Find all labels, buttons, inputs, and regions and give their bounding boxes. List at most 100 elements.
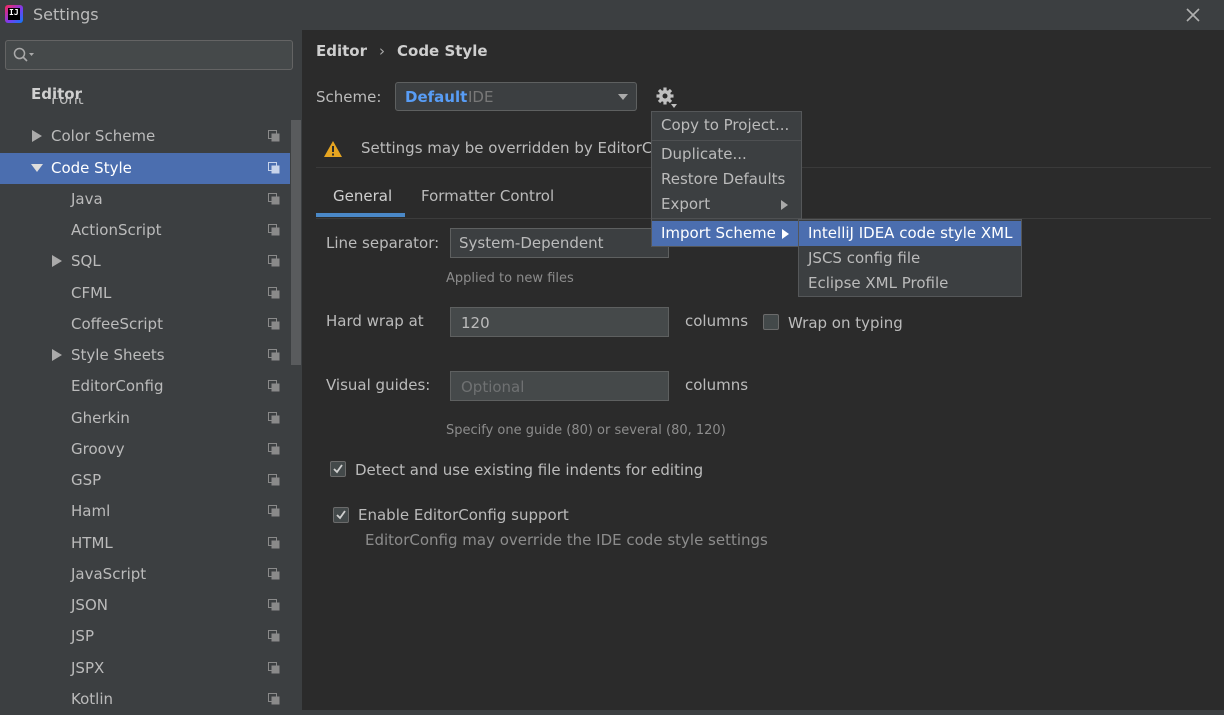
tree-item-label: SQL [71,252,101,270]
tree-item-label: Code Style [51,159,132,177]
tree-item[interactable]: Kotlin [0,684,289,715]
project-scope-icon [268,224,280,236]
chevron-right-icon[interactable] [31,129,43,143]
menu-item-restore-defaults[interactable]: Restore Defaults [652,167,801,192]
chevron-right-icon [781,200,788,210]
project-scope-icon [268,568,280,580]
warning-text: Settings may be overridden by EditorConf… [361,139,691,157]
tree-item[interactable]: Style Sheets [0,340,289,371]
settings-search-input[interactable] [36,43,290,69]
settings-search-box[interactable] [5,40,293,70]
hard-wrap-label: Hard wrap at [326,312,424,330]
menu-item-copy-to-project[interactable]: Copy to Project... [652,113,801,138]
menu-item-export[interactable]: Export [652,192,801,217]
tree-item[interactable]: Java [0,184,289,215]
project-scope-icon [268,474,280,486]
tree-item[interactable]: Color Scheme [0,121,289,152]
menu-separator [652,218,801,219]
tree-item-label: Haml [71,502,111,520]
search-icon [13,47,34,62]
menu-item-label: Import Scheme [661,224,776,242]
visual-guides-field[interactable] [450,371,669,401]
tree-item[interactable]: ActionScript [0,215,289,246]
tree-item[interactable]: JavaScript [0,559,289,590]
menu-item-label: IntelliJ IDEA code style XML [808,224,1013,242]
menu-item-duplicate[interactable]: Duplicate... [652,142,801,167]
project-scope-icon [268,630,280,642]
project-scope-icon [268,318,280,330]
hard-wrap-field[interactable] [450,307,669,337]
tree-item[interactable]: EditorConfig [0,371,289,402]
tree-item[interactable]: CoffeeScript [0,309,289,340]
tree-item-label: GSP [71,471,102,489]
editorconfig-checkbox[interactable] [333,507,349,523]
menu-item-label: Duplicate... [661,145,747,163]
project-scope-icon [268,412,280,424]
wrap-on-typing-checkbox[interactable] [763,314,779,330]
window-title: Settings [33,5,99,24]
breadcrumb-separator: › [379,42,385,60]
project-scope-icon [268,287,280,299]
tree-item[interactable]: Haml [0,496,289,527]
project-scope-icon [268,537,280,549]
detect-indents-checkbox[interactable] [330,461,346,477]
hard-wrap-input[interactable] [459,311,663,335]
tree-item[interactable]: JSP [0,621,289,652]
scheme-actions-menu: Copy to Project... Duplicate... Restore … [651,111,802,247]
tree-item-label: Color Scheme [51,127,156,145]
scheme-dropdown[interactable]: Default IDE [395,82,637,111]
checkmark-icon [336,510,346,520]
tree-item-label: JSP [71,627,94,645]
tree-item[interactable]: GSP [0,465,289,496]
chevron-right-icon[interactable] [51,254,63,268]
tree-item-label: JSON [71,596,108,614]
wrap-on-typing-label[interactable]: Wrap on typing [788,314,903,332]
menu-item-label: Restore Defaults [661,170,786,188]
menu-item-label: Eclipse XML Profile [808,274,949,292]
tree-item[interactable]: HTML [0,528,289,559]
scheme-name: Default [405,88,468,106]
checkmark-icon [333,464,343,474]
menu-separator [652,140,801,141]
project-scope-icon [268,380,280,392]
menu-item-jscs-config[interactable]: JSCS config file [799,246,1021,271]
tree-item-label: CFML [71,284,112,302]
tree-item-label: Kotlin [71,690,113,708]
visual-guides-hint: Specify one guide (80) or several (80, 1… [446,423,726,438]
gear-icon[interactable] [656,87,678,109]
menu-item-eclipse-xml[interactable]: Eclipse XML Profile [799,271,1021,296]
visual-guides-input[interactable] [459,375,663,399]
tree-item-label: HTML [71,534,113,552]
tab-general[interactable]: General [333,187,392,205]
project-scope-icon [268,130,280,142]
tree-item[interactable]: SQL [0,246,289,277]
tree-item[interactable]: JSPX [0,653,289,684]
menu-item-label: Export [661,195,711,213]
tree-item-label: Gherkin [71,409,130,427]
tree-item[interactable]: Groovy [0,434,289,465]
tree-item-label: EditorConfig [71,377,164,395]
close-button[interactable] [1182,4,1204,26]
import-scheme-submenu: IntelliJ IDEA code style XML JSCS config… [798,219,1022,297]
project-scope-icon [268,693,280,705]
tree-item[interactable]: Code Style [0,153,302,184]
editorconfig-label[interactable]: Enable EditorConfig support [358,506,569,524]
tree-item-font-partial[interactable]: Font [51,98,84,110]
breadcrumb-parent[interactable]: Editor [316,42,367,60]
breadcrumb: Editor › Code Style [316,42,488,60]
intellij-logo-icon: IJ [5,5,23,23]
tree-item-label: JavaScript [71,565,147,583]
editorconfig-hint: EditorConfig may override the IDE code s… [365,531,768,549]
scheme-type: IDE [468,88,494,106]
tree-item[interactable]: CFML [0,278,289,309]
tab-formatter-control[interactable]: Formatter Control [421,187,554,205]
tree-item[interactable]: JSON [0,590,289,621]
chevron-down-icon[interactable] [31,161,43,175]
tree-item[interactable]: Gherkin [0,403,289,434]
chevron-right-icon[interactable] [51,348,63,362]
menu-item-import-scheme[interactable]: Import Scheme [652,221,801,246]
tree-scrollbar-thumb[interactable] [291,120,301,365]
detect-indents-label[interactable]: Detect and use existing file indents for… [355,461,703,479]
line-separator-dropdown[interactable]: System-Dependent [450,228,669,258]
menu-item-intellij-xml[interactable]: IntelliJ IDEA code style XML [799,221,1021,246]
